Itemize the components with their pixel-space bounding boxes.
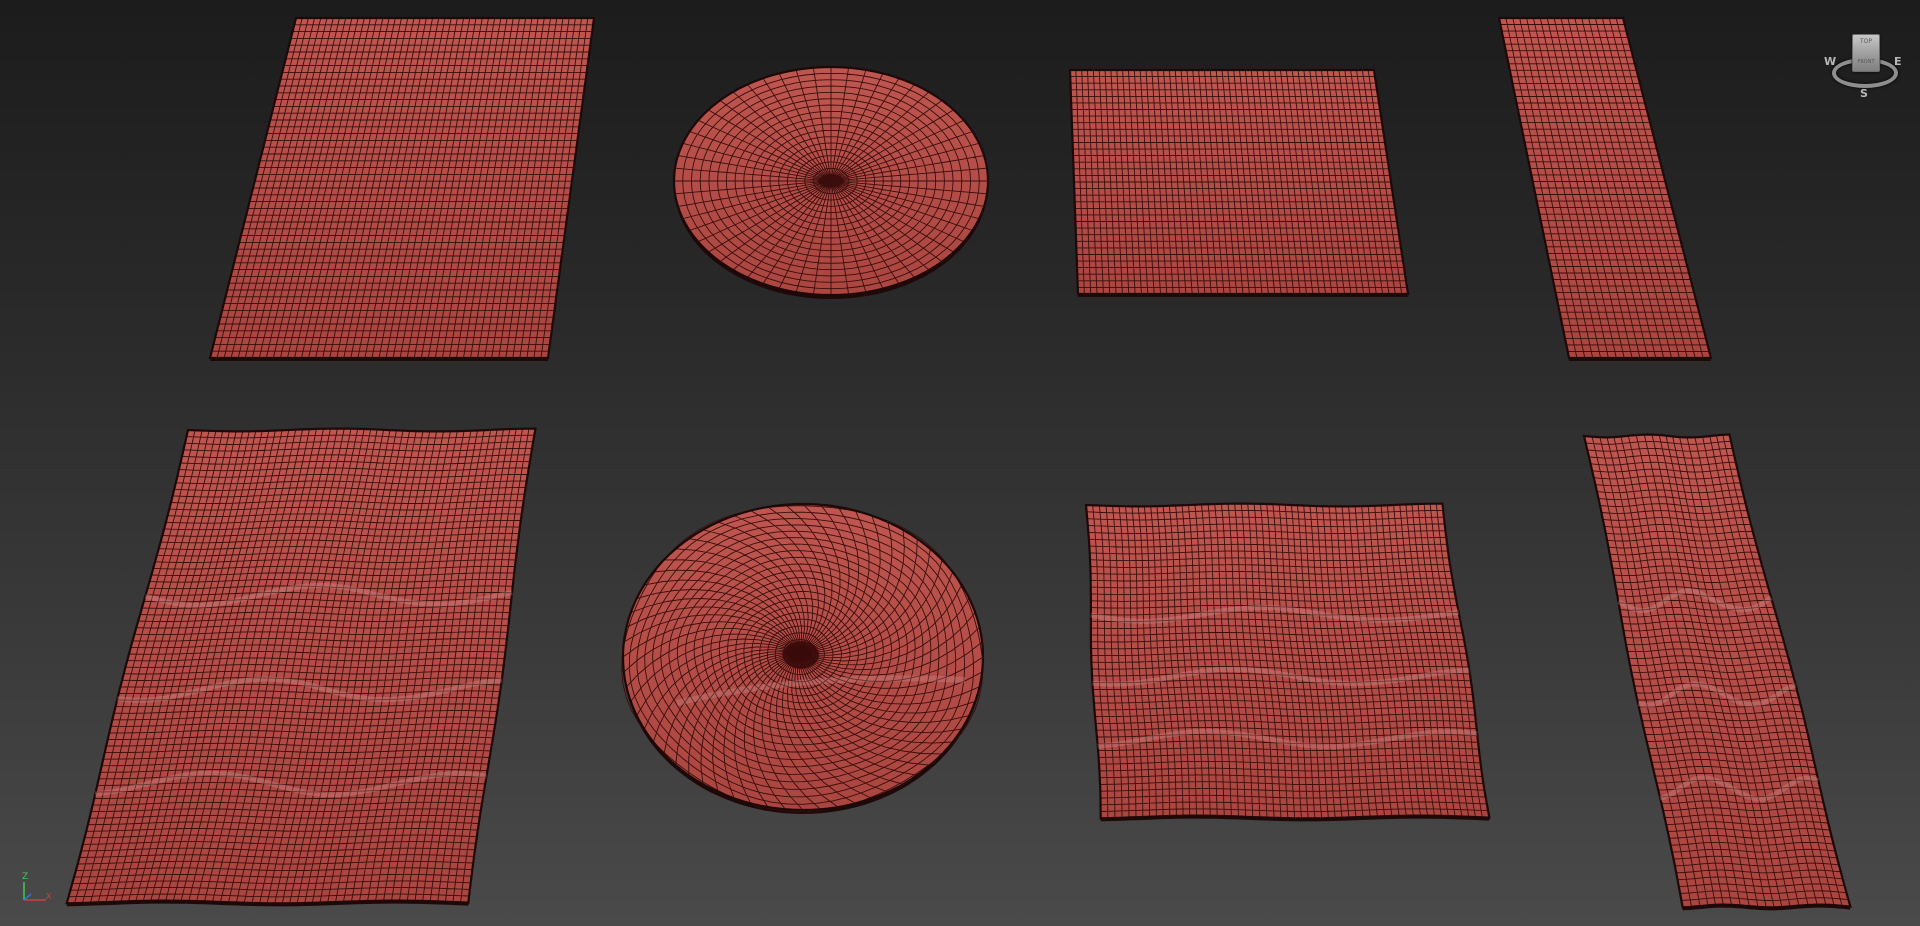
mesh-plane-square-draped[interactable] xyxy=(1084,502,1491,822)
viewcube-top-face-label: TOP xyxy=(1859,38,1872,45)
compass-east-label[interactable]: E xyxy=(1894,55,1902,68)
compass-south-label[interactable]: S xyxy=(1860,87,1868,100)
mesh-disc-flat-wireframe xyxy=(673,66,989,296)
mesh-disc-draped[interactable] xyxy=(621,502,985,814)
mesh-strip-draped[interactable] xyxy=(1582,433,1852,911)
mesh-disc-flat[interactable] xyxy=(672,65,990,299)
viewcube-cube[interactable]: TOP FRONT xyxy=(1852,34,1880,72)
mesh-disc-draped-pinch xyxy=(783,641,819,669)
viewcube-front-face-label: FRONT xyxy=(1857,59,1875,65)
axis-z-label: Z xyxy=(22,872,29,882)
mesh-plane-large-draped[interactable] xyxy=(65,427,537,907)
compass-west-label[interactable]: W xyxy=(1824,55,1836,68)
mesh-plane-large-flat[interactable] xyxy=(208,16,596,361)
3d-viewport[interactable]: TOP FRONT W E S Z X xyxy=(0,0,1920,926)
axis-x-label: X xyxy=(46,892,52,901)
axis-tripod: Z X xyxy=(16,872,56,906)
mesh-strip-flat[interactable] xyxy=(1497,16,1713,361)
mesh-plane-square-flat[interactable] xyxy=(1068,68,1410,297)
viewcube[interactable]: TOP FRONT W E S xyxy=(1822,26,1912,106)
scene-canvas[interactable] xyxy=(0,0,1920,926)
